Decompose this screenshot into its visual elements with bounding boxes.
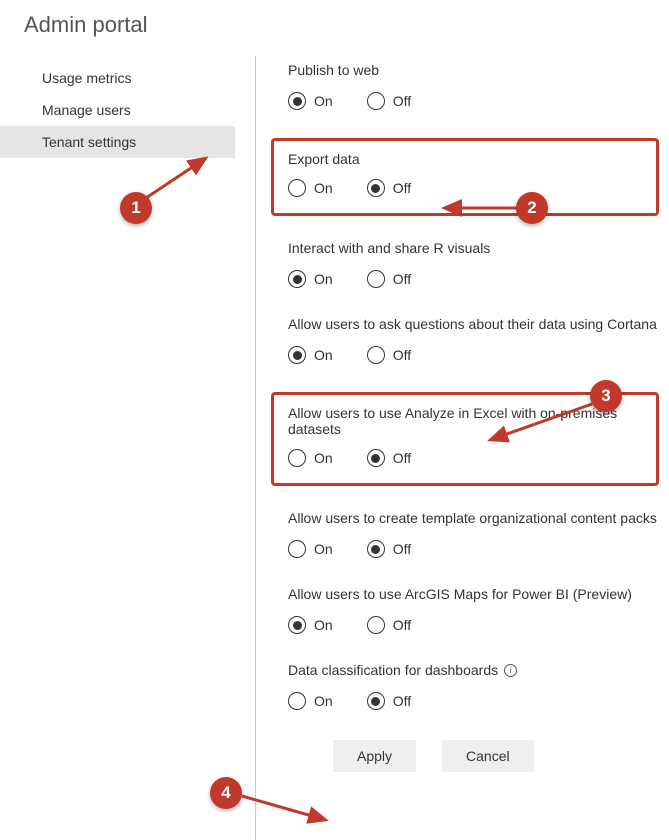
radio-label: On <box>314 450 333 466</box>
radio-icon <box>367 540 385 558</box>
setting-cortana: Allow users to ask questions about their… <box>288 316 659 364</box>
annotation-badge-1: 1 <box>120 192 152 224</box>
setting-title: Publish to web <box>288 62 659 78</box>
radio-off[interactable]: Off <box>367 692 411 710</box>
radio-on[interactable]: On <box>288 270 333 288</box>
sidebar-item-tenant-settings[interactable]: Tenant settings <box>0 126 235 158</box>
setting-title-text: Data classification for dashboards <box>288 662 498 678</box>
setting-title: Data classification for dashboards i <box>288 662 659 678</box>
setting-template-packs: Allow users to create template organizat… <box>288 510 659 558</box>
setting-title: Allow users to ask questions about their… <box>288 316 659 332</box>
annotation-badge-2: 2 <box>516 192 548 224</box>
radio-icon <box>367 692 385 710</box>
radio-icon <box>367 92 385 110</box>
radio-label: Off <box>393 450 411 466</box>
setting-data-classification: Data classification for dashboards i On … <box>288 662 659 710</box>
radio-icon <box>288 449 306 467</box>
radio-on[interactable]: On <box>288 346 333 364</box>
setting-arcgis: Allow users to use ArcGIS Maps for Power… <box>288 586 659 634</box>
setting-title: Interact with and share R visuals <box>288 240 659 256</box>
setting-title: Export data <box>288 151 642 167</box>
radio-label: Off <box>393 180 411 196</box>
radio-on[interactable]: On <box>288 616 333 634</box>
radio-icon <box>288 346 306 364</box>
setting-title: Allow users to use ArcGIS Maps for Power… <box>288 586 659 602</box>
setting-r-visuals: Interact with and share R visuals On Off <box>288 240 659 288</box>
apply-button[interactable]: Apply <box>333 740 416 772</box>
radio-icon <box>367 179 385 197</box>
radio-icon <box>288 179 306 197</box>
radio-on[interactable]: On <box>288 692 333 710</box>
annotation-badge-3: 3 <box>590 380 622 412</box>
radio-icon <box>288 540 306 558</box>
radio-icon <box>367 616 385 634</box>
radio-on[interactable]: On <box>288 449 333 467</box>
page-title: Admin portal <box>0 0 669 56</box>
radio-label: On <box>314 347 333 363</box>
setting-title: Allow users to create template organizat… <box>288 510 659 526</box>
radio-label: Off <box>393 693 411 709</box>
radio-off[interactable]: Off <box>367 346 411 364</box>
radio-on[interactable]: On <box>288 179 333 197</box>
radio-label: Off <box>393 347 411 363</box>
radio-label: On <box>314 271 333 287</box>
radio-off[interactable]: Off <box>367 449 411 467</box>
radio-icon <box>288 92 306 110</box>
radio-off[interactable]: Off <box>367 92 411 110</box>
radio-label: Off <box>393 271 411 287</box>
radio-icon <box>288 616 306 634</box>
radio-icon <box>288 270 306 288</box>
sidebar-item-manage-users[interactable]: Manage users <box>0 94 235 126</box>
radio-icon <box>367 270 385 288</box>
radio-label: Off <box>393 541 411 557</box>
sidebar-item-usage-metrics[interactable]: Usage metrics <box>0 62 235 94</box>
radio-icon <box>288 692 306 710</box>
radio-on[interactable]: On <box>288 92 333 110</box>
content-area: Publish to web On Off Export data On <box>256 56 669 840</box>
setting-export-data: Export data On Off <box>271 138 659 216</box>
cancel-button[interactable]: Cancel <box>442 740 534 772</box>
radio-label: Off <box>393 93 411 109</box>
annotation-badge-4: 4 <box>210 777 242 809</box>
setting-publish-to-web: Publish to web On Off <box>288 62 659 110</box>
radio-off[interactable]: Off <box>367 270 411 288</box>
radio-icon <box>367 449 385 467</box>
radio-label: On <box>314 93 333 109</box>
radio-off[interactable]: Off <box>367 179 411 197</box>
radio-label: On <box>314 693 333 709</box>
radio-on[interactable]: On <box>288 540 333 558</box>
setting-title: Allow users to use Analyze in Excel with… <box>288 405 642 437</box>
radio-label: On <box>314 180 333 196</box>
radio-label: On <box>314 617 333 633</box>
radio-off[interactable]: Off <box>367 616 411 634</box>
radio-icon <box>367 346 385 364</box>
sidebar: Usage metrics Manage users Tenant settin… <box>0 56 235 840</box>
radio-off[interactable]: Off <box>367 540 411 558</box>
radio-label: On <box>314 541 333 557</box>
info-icon[interactable]: i <box>504 664 517 677</box>
radio-label: Off <box>393 617 411 633</box>
